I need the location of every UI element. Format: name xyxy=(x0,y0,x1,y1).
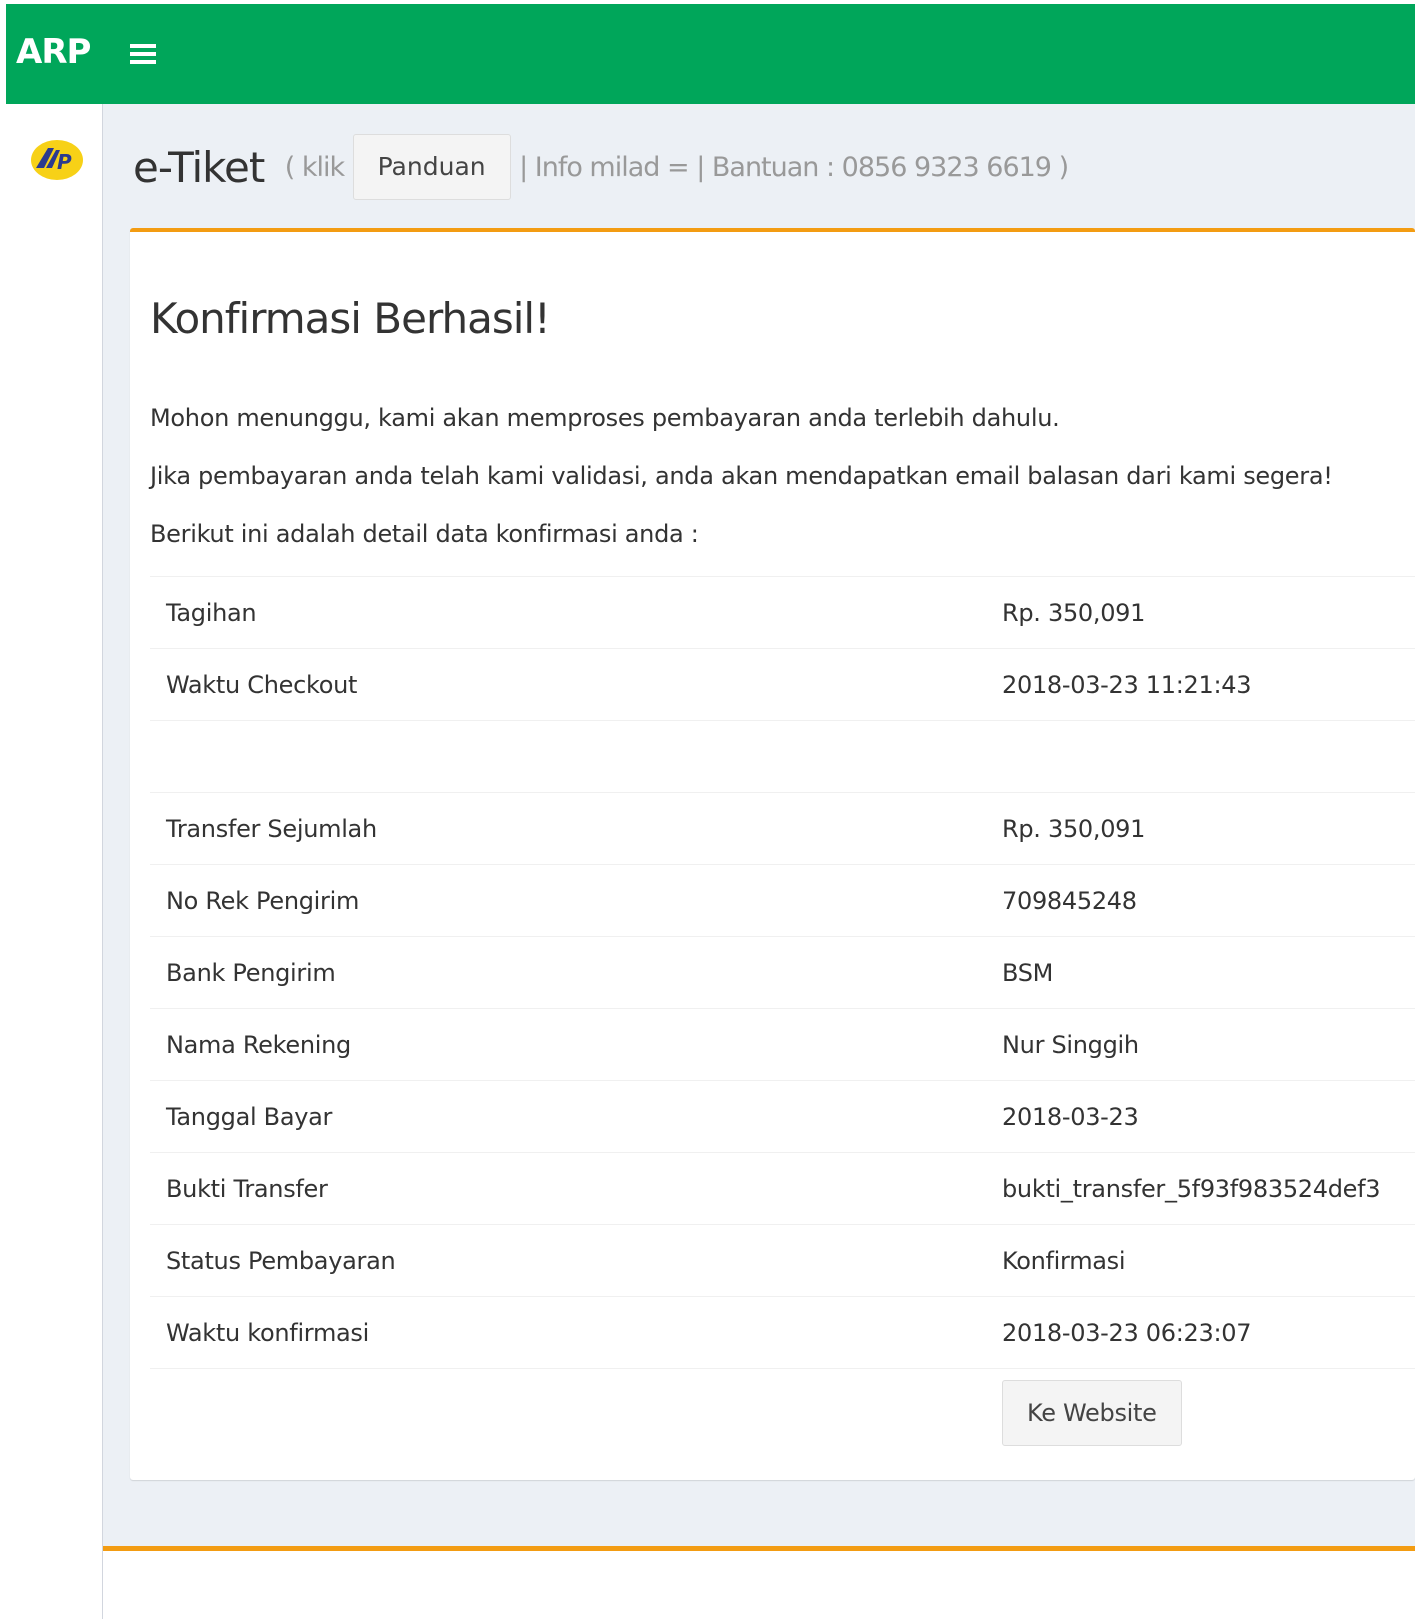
table-row: Status Pembayaran Konfirmasi xyxy=(150,1224,1415,1297)
svg-text:P: P xyxy=(57,150,72,174)
table-button-row: Ke Website xyxy=(150,1368,1415,1457)
table-row: Waktu Checkout 2018-03-23 11:21:43 xyxy=(150,648,1415,721)
row-value: Nur Singgih xyxy=(984,1008,1415,1081)
row-label: No Rek Pengirim xyxy=(150,864,984,937)
table-row: Nama Rekening Nur Singgih xyxy=(150,1008,1415,1081)
top-navbar: ARP xyxy=(6,4,1415,104)
table-row: Tagihan Rp. 350,091 xyxy=(150,576,1415,649)
table-row: Waktu konfirmasi 2018-03-23 06:23:07 xyxy=(150,1296,1415,1369)
row-value: 2018-03-23 xyxy=(984,1080,1415,1153)
row-label: Status Pembayaran xyxy=(150,1224,984,1297)
header-pre-text: ( klik xyxy=(284,151,345,183)
table-row: Tanggal Bayar 2018-03-23 xyxy=(150,1080,1415,1153)
menu-toggle-icon[interactable] xyxy=(130,44,156,64)
table-row: Transfer Sejumlah Rp. 350,091 xyxy=(150,792,1415,865)
table-row: No Rek Pengirim 709845248 xyxy=(150,864,1415,937)
table-spacer-row xyxy=(150,720,1415,793)
footer-area xyxy=(103,1551,1415,1619)
confirmation-detail-table: Tagihan Rp. 350,091 Waktu Checkout 2018-… xyxy=(150,576,1415,1457)
row-value: BSM xyxy=(984,936,1415,1009)
content-wrapper: e-Tiket ( klik Panduan | Info milad = | … xyxy=(103,104,1415,1619)
row-label: Bukti Transfer xyxy=(150,1152,984,1225)
page-header: e-Tiket ( klik Panduan | Info milad = | … xyxy=(133,134,1069,204)
table-row: Bank Pengirim BSM xyxy=(150,936,1415,1009)
sidebar: P xyxy=(6,104,103,1619)
row-label: Nama Rekening xyxy=(150,1008,984,1081)
arp-logo-icon: P xyxy=(31,140,83,180)
table-row: Bukti Transfer bukti_transfer_5f93f98352… xyxy=(150,1152,1415,1225)
header-post-text: | Info milad = | Bantuan : 0856 9323 661… xyxy=(519,151,1069,183)
info-paragraph-3: Berikut ini adalah detail data konfirmas… xyxy=(150,520,699,548)
row-value: bukti_transfer_5f93f983524def3 xyxy=(984,1152,1415,1225)
row-label: Tagihan xyxy=(150,576,984,649)
row-value: Konfirmasi xyxy=(984,1224,1415,1297)
row-value: Rp. 350,091 xyxy=(984,792,1415,865)
row-value: 2018-03-23 11:21:43 xyxy=(984,648,1415,721)
guide-button[interactable]: Panduan xyxy=(352,134,511,200)
row-value: 709845248 xyxy=(984,864,1415,937)
info-paragraph-2: Jika pembayaran anda telah kami validasi… xyxy=(150,462,1333,490)
row-value: 2018-03-23 06:23:07 xyxy=(984,1296,1415,1369)
row-label: Waktu Checkout xyxy=(150,648,984,721)
brand-logo[interactable]: ARP xyxy=(16,32,91,72)
confirmation-box: Konfirmasi Berhasil! Mohon menunggu, kam… xyxy=(130,228,1415,1480)
row-label: Waktu konfirmasi xyxy=(150,1296,984,1369)
info-paragraph-1: Mohon menunggu, kami akan memproses pemb… xyxy=(150,404,1060,432)
ke-website-button[interactable]: Ke Website xyxy=(1002,1380,1182,1446)
row-label: Bank Pengirim xyxy=(150,936,984,1009)
row-label: Transfer Sejumlah xyxy=(150,792,984,865)
page-title: e-Tiket xyxy=(133,142,265,192)
box-title: Konfirmasi Berhasil! xyxy=(150,294,551,343)
row-label: Tanggal Bayar xyxy=(150,1080,984,1153)
row-value: Rp. 350,091 xyxy=(984,576,1415,649)
